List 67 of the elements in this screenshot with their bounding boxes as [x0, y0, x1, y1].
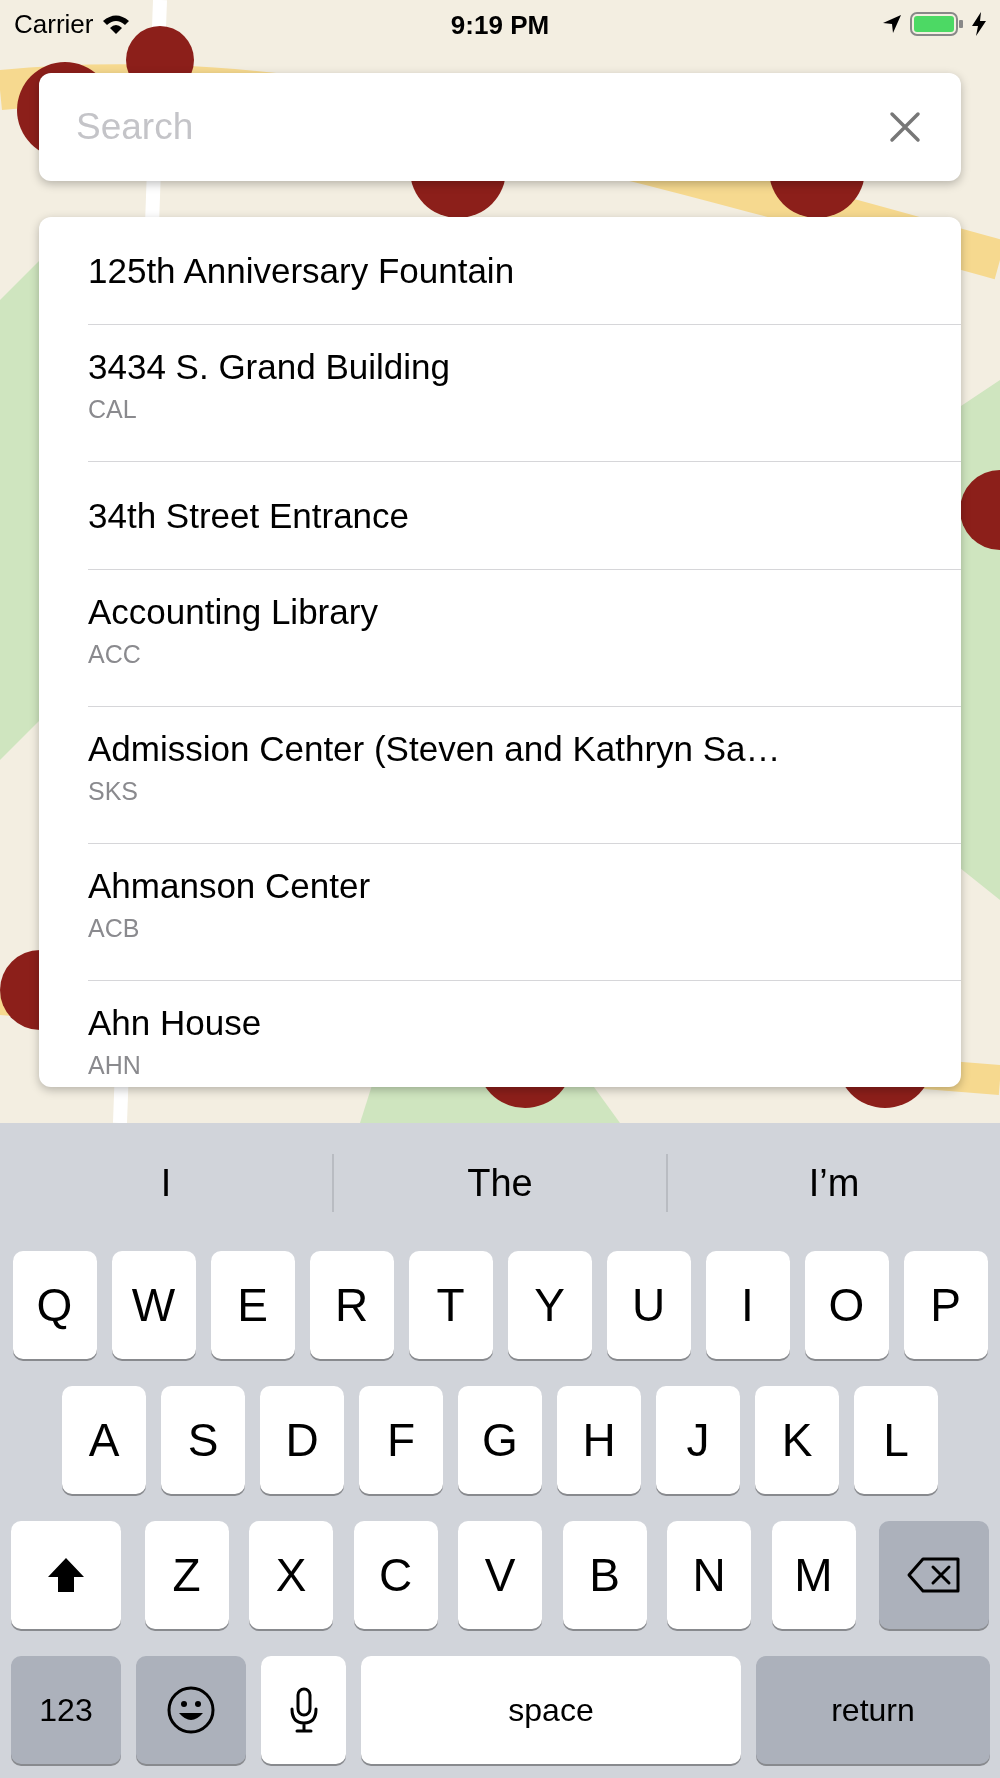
letter-key[interactable]: T	[408, 1251, 493, 1359]
location-arrow-icon	[882, 14, 902, 34]
result-title: Ahmanson Center	[88, 866, 372, 906]
numbers-key[interactable]: 123	[11, 1656, 121, 1764]
battery-icon	[910, 12, 964, 36]
search-field[interactable]: Search	[39, 73, 961, 181]
letter-key[interactable]: K	[755, 1386, 839, 1494]
shift-arrow-icon	[46, 1556, 86, 1594]
letter-key[interactable]: U	[606, 1251, 691, 1359]
result-title: 125th Anniversary Fountain	[88, 250, 516, 291]
delete-key[interactable]	[879, 1521, 989, 1629]
space-key[interactable]: space	[361, 1656, 741, 1764]
letter-key[interactable]: W	[111, 1251, 196, 1359]
letter-key[interactable]: G	[458, 1386, 542, 1494]
letter-key[interactable]: B	[562, 1521, 647, 1629]
carrier-name: Carrier	[14, 8, 94, 40]
result-title: Accounting Library	[88, 592, 379, 632]
letter-key[interactable]: Z	[144, 1521, 229, 1629]
letter-key[interactable]: N	[667, 1521, 751, 1629]
letter-key[interactable]: Q	[12, 1251, 97, 1359]
letter-key[interactable]: H	[557, 1386, 641, 1494]
result-item[interactable]: Admission Center (Steven and Kathryn Sa… SKS	[88, 707, 961, 844]
backspace-icon	[907, 1557, 961, 1593]
suggestion[interactable]: The	[334, 1161, 666, 1205]
smiley-icon	[166, 1685, 216, 1735]
result-title: Admission Center (Steven and Kathryn Sa…	[88, 729, 782, 769]
letter-key[interactable]: X	[249, 1521, 333, 1629]
result-code: SKS	[88, 777, 140, 806]
mic-key[interactable]	[261, 1656, 346, 1764]
letter-key[interactable]: D	[260, 1386, 344, 1494]
letter-key[interactable]: V	[458, 1521, 542, 1629]
clock-time: 9:19 PM	[450, 10, 550, 41]
result-title: Ahn House	[88, 1003, 263, 1043]
result-title: 3434 S. Grand Building	[88, 347, 451, 387]
letter-key[interactable]: R	[309, 1251, 394, 1359]
letter-key[interactable]: L	[854, 1386, 938, 1494]
microphone-icon	[288, 1687, 319, 1733]
letter-key[interactable]: F	[359, 1386, 443, 1494]
result-item[interactable]: 125th Anniversary Fountain	[88, 217, 961, 325]
wifi-icon	[101, 13, 132, 35]
result-item[interactable]: 34th Street Entrance	[88, 462, 961, 570]
shift-key[interactable]	[11, 1521, 121, 1629]
letter-key[interactable]: O	[804, 1251, 889, 1359]
letter-key[interactable]: E	[210, 1251, 295, 1359]
letter-key[interactable]: S	[161, 1386, 245, 1494]
letter-key[interactable]: A	[62, 1386, 146, 1494]
result-code: CAL	[88, 395, 138, 424]
letter-key[interactable]: M	[771, 1521, 856, 1629]
suggestion[interactable]: I	[0, 1161, 332, 1205]
result-code: ACB	[88, 914, 141, 943]
result-code: ACC	[88, 640, 142, 669]
suggestion[interactable]: I’m	[668, 1161, 1000, 1205]
charging-bolt-icon	[972, 12, 986, 36]
return-key[interactable]: return	[756, 1656, 990, 1764]
emoji-key[interactable]	[136, 1656, 246, 1764]
result-item[interactable]: Ahn House AHN	[88, 981, 961, 1087]
result-title: 34th Street Entrance	[88, 495, 411, 536]
result-item[interactable]: Accounting Library ACC	[88, 570, 961, 707]
letter-key[interactable]: I	[705, 1251, 790, 1359]
close-icon[interactable]	[889, 111, 921, 143]
letter-key[interactable]: P	[903, 1251, 988, 1359]
result-code: AHN	[88, 1051, 142, 1080]
letter-key[interactable]: C	[353, 1521, 438, 1629]
result-item[interactable]: Ahmanson Center ACB	[88, 844, 961, 981]
letter-key[interactable]: Y	[507, 1251, 592, 1359]
letter-key[interactable]: J	[656, 1386, 740, 1494]
result-item[interactable]: 3434 S. Grand Building CAL	[88, 325, 961, 462]
